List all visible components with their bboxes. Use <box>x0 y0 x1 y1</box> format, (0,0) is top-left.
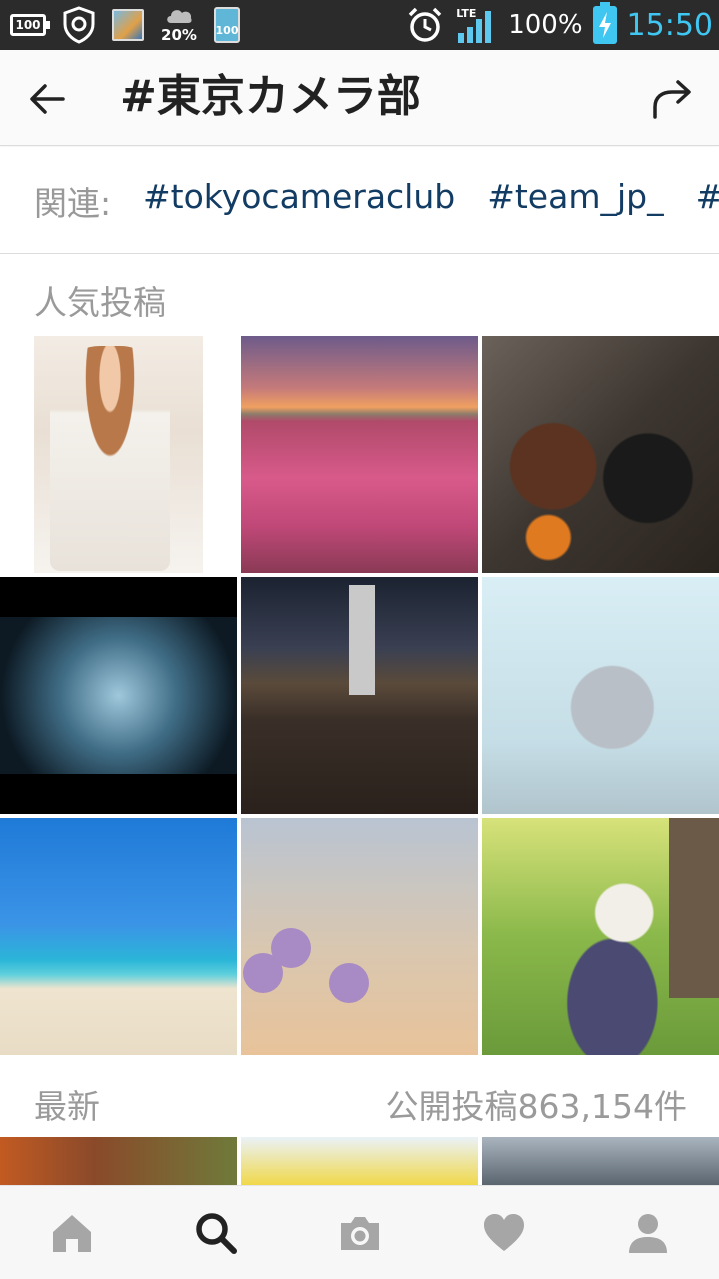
bottom-navigation <box>0 1185 719 1279</box>
popular-posts-heading: 人気投稿 <box>34 283 166 322</box>
post-count: 公開投稿863,154件 <box>385 1087 687 1126</box>
weather-percent: 20% <box>161 26 197 44</box>
home-icon <box>53 1215 91 1252</box>
post-thumbnail[interactable] <box>241 818 478 1055</box>
nav-home[interactable] <box>0 1186 144 1279</box>
nav-activity[interactable] <box>432 1186 576 1279</box>
app-bar: #東京カメラ部 <box>0 50 719 146</box>
share-button[interactable] <box>645 72 699 126</box>
post-thumbnail[interactable] <box>0 818 237 1055</box>
weather-cloud-icon: 20% <box>160 2 198 48</box>
related-tag[interactable]: #tokyocameraclub <box>143 177 455 216</box>
nav-search[interactable] <box>144 1186 288 1279</box>
share-icon <box>653 80 691 119</box>
related-tag[interactable]: #team_jp_ <box>487 177 663 216</box>
post-thumbnail[interactable] <box>0 1137 237 1185</box>
post-thumbnail[interactable] <box>482 577 719 814</box>
arrow-left-icon <box>30 84 65 114</box>
related-tag-list: #tokyocameraclub #team_jp_ #japan <box>143 177 719 216</box>
nav-profile[interactable] <box>576 1186 719 1279</box>
clock: 15:50 <box>626 7 713 43</box>
post-thumbnail[interactable] <box>0 336 237 573</box>
related-label: 関連: <box>34 184 112 223</box>
battery-charging-icon <box>592 2 617 44</box>
post-thumbnail[interactable] <box>482 336 719 573</box>
post-thumbnail[interactable] <box>482 818 719 1055</box>
app-notification-icon <box>112 9 144 41</box>
back-button[interactable] <box>20 72 74 126</box>
status-bar: 100 20% 100 LTE 100% 15:50 <box>0 0 719 50</box>
heart-icon <box>484 1214 524 1251</box>
post-thumbnail[interactable] <box>482 1137 719 1185</box>
alarm-clock-icon <box>406 6 444 44</box>
page-title: #東京カメラ部 <box>120 71 421 122</box>
post-thumbnail[interactable] <box>241 1137 478 1185</box>
battery-percent: 100% <box>508 10 583 40</box>
related-tag[interactable]: #japan <box>696 177 719 216</box>
post-thumbnail[interactable] <box>241 577 478 814</box>
post-thumbnail[interactable] <box>0 577 237 814</box>
post-thumbnail[interactable] <box>241 336 478 573</box>
battery-saver-icon: 100 <box>10 14 50 36</box>
nav-camera[interactable] <box>288 1186 432 1279</box>
related-hashtags: 関連: #tokyocameraclub #team_jp_ #japan <box>0 147 719 254</box>
latest-posts-heading: 最新 <box>34 1087 100 1126</box>
shield-icon <box>62 6 96 44</box>
search-icon <box>196 1213 237 1254</box>
storage-jar-icon: 100 <box>214 7 240 43</box>
profile-icon <box>629 1214 667 1253</box>
signal-strength-icon: LTE <box>454 5 498 45</box>
camera-icon <box>341 1217 379 1250</box>
